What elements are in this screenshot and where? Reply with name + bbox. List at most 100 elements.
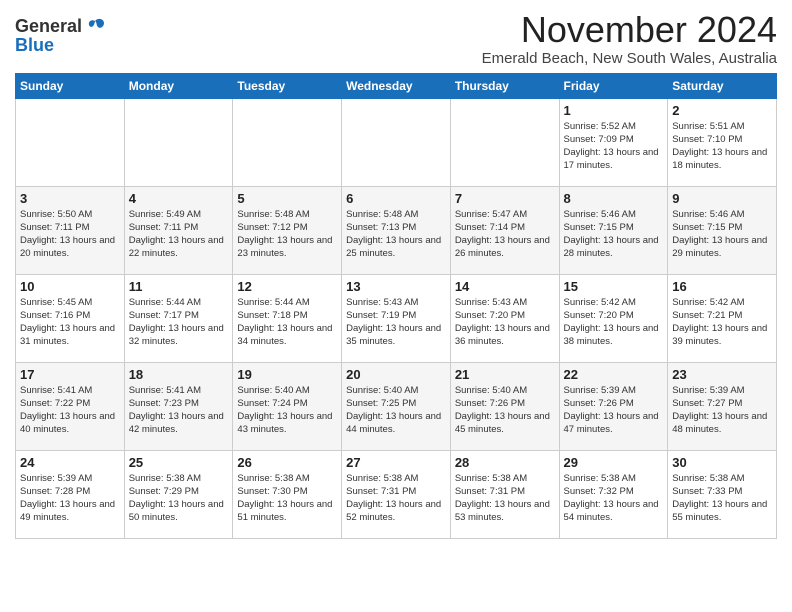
calendar-cell: 5Sunrise: 5:48 AM Sunset: 7:12 PM Daylig… xyxy=(233,186,342,274)
logo: General Blue xyxy=(15,16,106,56)
calendar-cell: 14 Sunrise: 5:43 AM Sunset: 7:20 PM Dayli… xyxy=(450,274,559,362)
day-number: 19 xyxy=(237,367,337,382)
weekday-header-monday: Monday xyxy=(124,73,233,98)
day-number: 3 xyxy=(20,191,120,206)
day-number: 7 xyxy=(455,191,555,206)
day-number: 27 xyxy=(346,455,446,470)
weekday-header-saturday: Saturday xyxy=(668,73,777,98)
day-number: 24 xyxy=(20,455,120,470)
calendar-cell xyxy=(342,98,451,186)
day-number: 30 xyxy=(672,455,772,470)
logo-blue: Blue xyxy=(15,35,54,56)
day-info: Sunrise: 5:40 AM Sunset: 7:24 PM Dayligh… xyxy=(237,384,337,437)
day-info: Sunrise: 5:40 AM Sunset: 7:25 PM Dayligh… xyxy=(346,384,446,437)
day-info: Sunrise: 5:46 AM Sunset: 7:15 PM Dayligh… xyxy=(672,208,772,261)
day-info: Sunrise: 5:46 AM Sunset: 7:15 PM Dayligh… xyxy=(564,208,664,261)
day-info: Sunrise: 5:47 AM Sunset: 7:14 PM Dayligh… xyxy=(455,208,555,261)
calendar-cell: 4 Sunrise: 5:49 AM Sunset: 7:11 PM Daylig… xyxy=(124,186,233,274)
day-number: 15 xyxy=(564,279,664,294)
day-info: Sunrise: 5:43 AM Sunset: 7:19 PM Dayligh… xyxy=(346,296,446,349)
calendar-cell xyxy=(124,98,233,186)
calendar-header: SundayMondayTuesdayWednesdayThursdayFrid… xyxy=(16,73,777,98)
calendar-cell xyxy=(450,98,559,186)
day-number: 5 xyxy=(237,191,337,206)
calendar-cell: 9 Sunrise: 5:46 AM Sunset: 7:15 PM Daylig… xyxy=(668,186,777,274)
calendar-cell: 12 Sunrise: 5:44 AM Sunset: 7:18 PM Dayli… xyxy=(233,274,342,362)
day-info: Sunrise: 5:40 AM Sunset: 7:26 PM Dayligh… xyxy=(455,384,555,437)
calendar-cell: 27 Sunrise: 5:38 AM Sunset: 7:31 PM Dayli… xyxy=(342,450,451,538)
weekday-header-sunday: Sunday xyxy=(16,73,125,98)
day-number: 25 xyxy=(129,455,229,470)
day-number: 2 xyxy=(672,103,772,118)
calendar-cell: 20 Sunrise: 5:40 AM Sunset: 7:25 PM Dayli… xyxy=(342,362,451,450)
calendar-table: SundayMondayTuesdayWednesdayThursdayFrid… xyxy=(15,73,777,539)
calendar-body: 1 Sunrise: 5:52 AM Sunset: 7:09 PM Daylig… xyxy=(16,98,777,538)
calendar-cell: 21Sunrise: 5:40 AM Sunset: 7:26 PM Dayli… xyxy=(450,362,559,450)
day-number: 20 xyxy=(346,367,446,382)
weekday-header-wednesday: Wednesday xyxy=(342,73,451,98)
calendar-cell xyxy=(16,98,125,186)
calendar-cell: 15 Sunrise: 5:42 AM Sunset: 7:20 PM Dayli… xyxy=(559,274,668,362)
day-number: 28 xyxy=(455,455,555,470)
day-number: 9 xyxy=(672,191,772,206)
calendar-cell: 28 Sunrise: 5:38 AM Sunset: 7:31 PM Dayli… xyxy=(450,450,559,538)
calendar-week-5: 24 Sunrise: 5:39 AM Sunset: 7:28 PM Dayli… xyxy=(16,450,777,538)
day-info: Sunrise: 5:39 AM Sunset: 7:28 PM Dayligh… xyxy=(20,472,120,525)
calendar-cell xyxy=(233,98,342,186)
calendar-cell: 22Sunrise: 5:39 AM Sunset: 7:26 PM Dayli… xyxy=(559,362,668,450)
calendar-cell: 30 Sunrise: 5:38 AM Sunset: 7:33 PM Dayli… xyxy=(668,450,777,538)
day-number: 18 xyxy=(129,367,229,382)
calendar-cell: 23Sunrise: 5:39 AM Sunset: 7:27 PM Dayli… xyxy=(668,362,777,450)
day-info: Sunrise: 5:38 AM Sunset: 7:31 PM Dayligh… xyxy=(455,472,555,525)
calendar-cell: 19 Sunrise: 5:40 AM Sunset: 7:24 PM Dayli… xyxy=(233,362,342,450)
day-number: 12 xyxy=(237,279,337,294)
calendar-cell: 3Sunrise: 5:50 AM Sunset: 7:11 PM Daylig… xyxy=(16,186,125,274)
day-info: Sunrise: 5:44 AM Sunset: 7:17 PM Dayligh… xyxy=(129,296,229,349)
calendar-cell: 11 Sunrise: 5:44 AM Sunset: 7:17 PM Dayli… xyxy=(124,274,233,362)
day-info: Sunrise: 5:42 AM Sunset: 7:21 PM Dayligh… xyxy=(672,296,772,349)
day-number: 8 xyxy=(564,191,664,206)
weekday-header-tuesday: Tuesday xyxy=(233,73,342,98)
day-info: Sunrise: 5:41 AM Sunset: 7:22 PM Dayligh… xyxy=(20,384,120,437)
day-info: Sunrise: 5:52 AM Sunset: 7:09 PM Dayligh… xyxy=(564,120,664,173)
calendar-cell: 16 Sunrise: 5:42 AM Sunset: 7:21 PM Dayli… xyxy=(668,274,777,362)
calendar-cell: 10Sunrise: 5:45 AM Sunset: 7:16 PM Dayli… xyxy=(16,274,125,362)
calendar-cell: 7 Sunrise: 5:47 AM Sunset: 7:14 PM Daylig… xyxy=(450,186,559,274)
calendar-week-4: 17 Sunrise: 5:41 AM Sunset: 7:22 PM Dayli… xyxy=(16,362,777,450)
title-area: November 2024 Emerald Beach, New South W… xyxy=(482,10,777,67)
day-number: 29 xyxy=(564,455,664,470)
calendar-cell: 26 Sunrise: 5:38 AM Sunset: 7:30 PM Dayli… xyxy=(233,450,342,538)
day-number: 16 xyxy=(672,279,772,294)
calendar-week-2: 3Sunrise: 5:50 AM Sunset: 7:11 PM Daylig… xyxy=(16,186,777,274)
weekday-header-row: SundayMondayTuesdayWednesdayThursdayFrid… xyxy=(16,73,777,98)
weekday-header-friday: Friday xyxy=(559,73,668,98)
day-number: 26 xyxy=(237,455,337,470)
calendar-cell: 17 Sunrise: 5:41 AM Sunset: 7:22 PM Dayli… xyxy=(16,362,125,450)
day-number: 6 xyxy=(346,191,446,206)
header: General Blue November 2024 Emerald Beach… xyxy=(15,10,777,67)
day-info: Sunrise: 5:48 AM Sunset: 7:13 PM Dayligh… xyxy=(346,208,446,261)
calendar-cell: 29Sunrise: 5:38 AM Sunset: 7:32 PM Dayli… xyxy=(559,450,668,538)
day-number: 10 xyxy=(20,279,120,294)
day-info: Sunrise: 5:39 AM Sunset: 7:27 PM Dayligh… xyxy=(672,384,772,437)
day-info: Sunrise: 5:42 AM Sunset: 7:20 PM Dayligh… xyxy=(564,296,664,349)
logo-general: General xyxy=(15,16,82,37)
weekday-header-thursday: Thursday xyxy=(450,73,559,98)
day-number: 22 xyxy=(564,367,664,382)
calendar-cell: 1 Sunrise: 5:52 AM Sunset: 7:09 PM Daylig… xyxy=(559,98,668,186)
day-info: Sunrise: 5:49 AM Sunset: 7:11 PM Dayligh… xyxy=(129,208,229,261)
calendar-cell: 18Sunrise: 5:41 AM Sunset: 7:23 PM Dayli… xyxy=(124,362,233,450)
day-number: 17 xyxy=(20,367,120,382)
day-info: Sunrise: 5:38 AM Sunset: 7:30 PM Dayligh… xyxy=(237,472,337,525)
day-info: Sunrise: 5:43 AM Sunset: 7:20 PM Dayligh… xyxy=(455,296,555,349)
day-number: 4 xyxy=(129,191,229,206)
calendar-cell: 8 Sunrise: 5:46 AM Sunset: 7:15 PM Daylig… xyxy=(559,186,668,274)
day-info: Sunrise: 5:44 AM Sunset: 7:18 PM Dayligh… xyxy=(237,296,337,349)
day-number: 1 xyxy=(564,103,664,118)
day-info: Sunrise: 5:38 AM Sunset: 7:33 PM Dayligh… xyxy=(672,472,772,525)
day-number: 14 xyxy=(455,279,555,294)
day-number: 11 xyxy=(129,279,229,294)
calendar-cell: 24 Sunrise: 5:39 AM Sunset: 7:28 PM Dayli… xyxy=(16,450,125,538)
day-info: Sunrise: 5:38 AM Sunset: 7:31 PM Dayligh… xyxy=(346,472,446,525)
calendar-cell: 25Sunrise: 5:38 AM Sunset: 7:29 PM Dayli… xyxy=(124,450,233,538)
